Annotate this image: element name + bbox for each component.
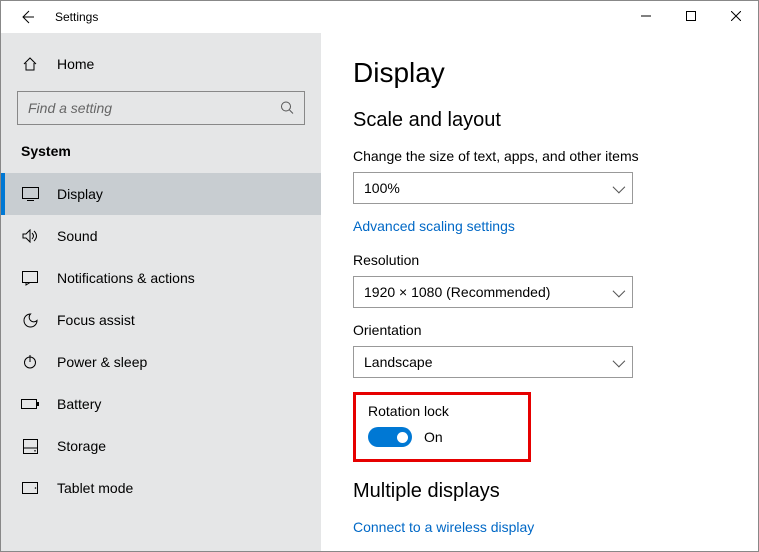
display-icon (21, 185, 39, 203)
home-nav[interactable]: Home (1, 45, 321, 83)
maximize-button[interactable] (668, 1, 713, 31)
sidebar: Home System Display Sound Notifications … (1, 33, 321, 551)
chevron-down-icon (613, 180, 622, 196)
sidebar-item-power[interactable]: Power & sleep (1, 341, 321, 383)
main-content: Display Scale and layout Change the size… (321, 33, 758, 551)
orientation-value: Landscape (364, 354, 433, 370)
sidebar-item-label: Sound (57, 228, 97, 244)
notifications-icon (21, 269, 39, 287)
sidebar-section: System (1, 143, 321, 173)
sidebar-item-tablet[interactable]: Tablet mode (1, 467, 321, 509)
sidebar-item-battery[interactable]: Battery (1, 383, 321, 425)
rotation-lock-state: On (424, 429, 443, 445)
sidebar-item-focus-assist[interactable]: Focus assist (1, 299, 321, 341)
page-title: Display (353, 57, 726, 89)
toggle-knob (397, 432, 408, 443)
sound-icon (21, 227, 39, 245)
power-icon (21, 353, 39, 371)
advanced-scaling-link[interactable]: Advanced scaling settings (353, 218, 726, 234)
home-label: Home (57, 56, 94, 72)
chevron-down-icon (613, 284, 622, 300)
resolution-value: 1920 × 1080 (Recommended) (364, 284, 550, 300)
tablet-icon (21, 479, 39, 497)
sidebar-item-display[interactable]: Display (1, 173, 321, 215)
resolution-dropdown[interactable]: 1920 × 1080 (Recommended) (353, 276, 633, 308)
orientation-label: Orientation (353, 322, 726, 338)
rotation-lock-highlight: Rotation lock On (353, 392, 531, 462)
sidebar-item-label: Notifications & actions (57, 270, 195, 286)
scale-heading: Scale and layout (353, 109, 726, 132)
titlebar: Settings (1, 1, 758, 33)
sidebar-item-label: Display (57, 186, 103, 202)
home-icon (21, 55, 39, 73)
sidebar-item-notifications[interactable]: Notifications & actions (1, 257, 321, 299)
sidebar-item-sound[interactable]: Sound (1, 215, 321, 257)
sidebar-item-label: Storage (57, 438, 106, 454)
rotation-lock-toggle[interactable] (368, 427, 412, 447)
sidebar-item-storage[interactable]: Storage (1, 425, 321, 467)
close-button[interactable] (713, 1, 758, 31)
chevron-down-icon (613, 354, 622, 370)
sidebar-item-label: Tablet mode (57, 480, 133, 496)
sidebar-item-label: Power & sleep (57, 354, 147, 370)
sidebar-item-label: Battery (57, 396, 101, 412)
window-controls (623, 1, 758, 31)
orientation-dropdown[interactable]: Landscape (353, 346, 633, 378)
resolution-label: Resolution (353, 252, 726, 268)
sidebar-item-label: Focus assist (57, 312, 135, 328)
scale-dropdown[interactable]: 100% (353, 172, 633, 204)
back-button[interactable] (19, 9, 35, 25)
scale-label: Change the size of text, apps, and other… (353, 148, 726, 164)
minimize-button[interactable] (623, 1, 668, 31)
search-icon (280, 101, 295, 116)
storage-icon (21, 437, 39, 455)
window-title: Settings (55, 10, 98, 24)
scale-value: 100% (364, 180, 400, 196)
focus-assist-icon (21, 311, 39, 329)
multiple-displays-heading: Multiple displays (353, 480, 726, 503)
search-wrap (17, 91, 305, 125)
battery-icon (21, 395, 39, 413)
rotation-lock-label: Rotation lock (368, 403, 512, 419)
search-input[interactable] (17, 91, 305, 125)
wireless-display-link[interactable]: Connect to a wireless display (353, 519, 726, 535)
